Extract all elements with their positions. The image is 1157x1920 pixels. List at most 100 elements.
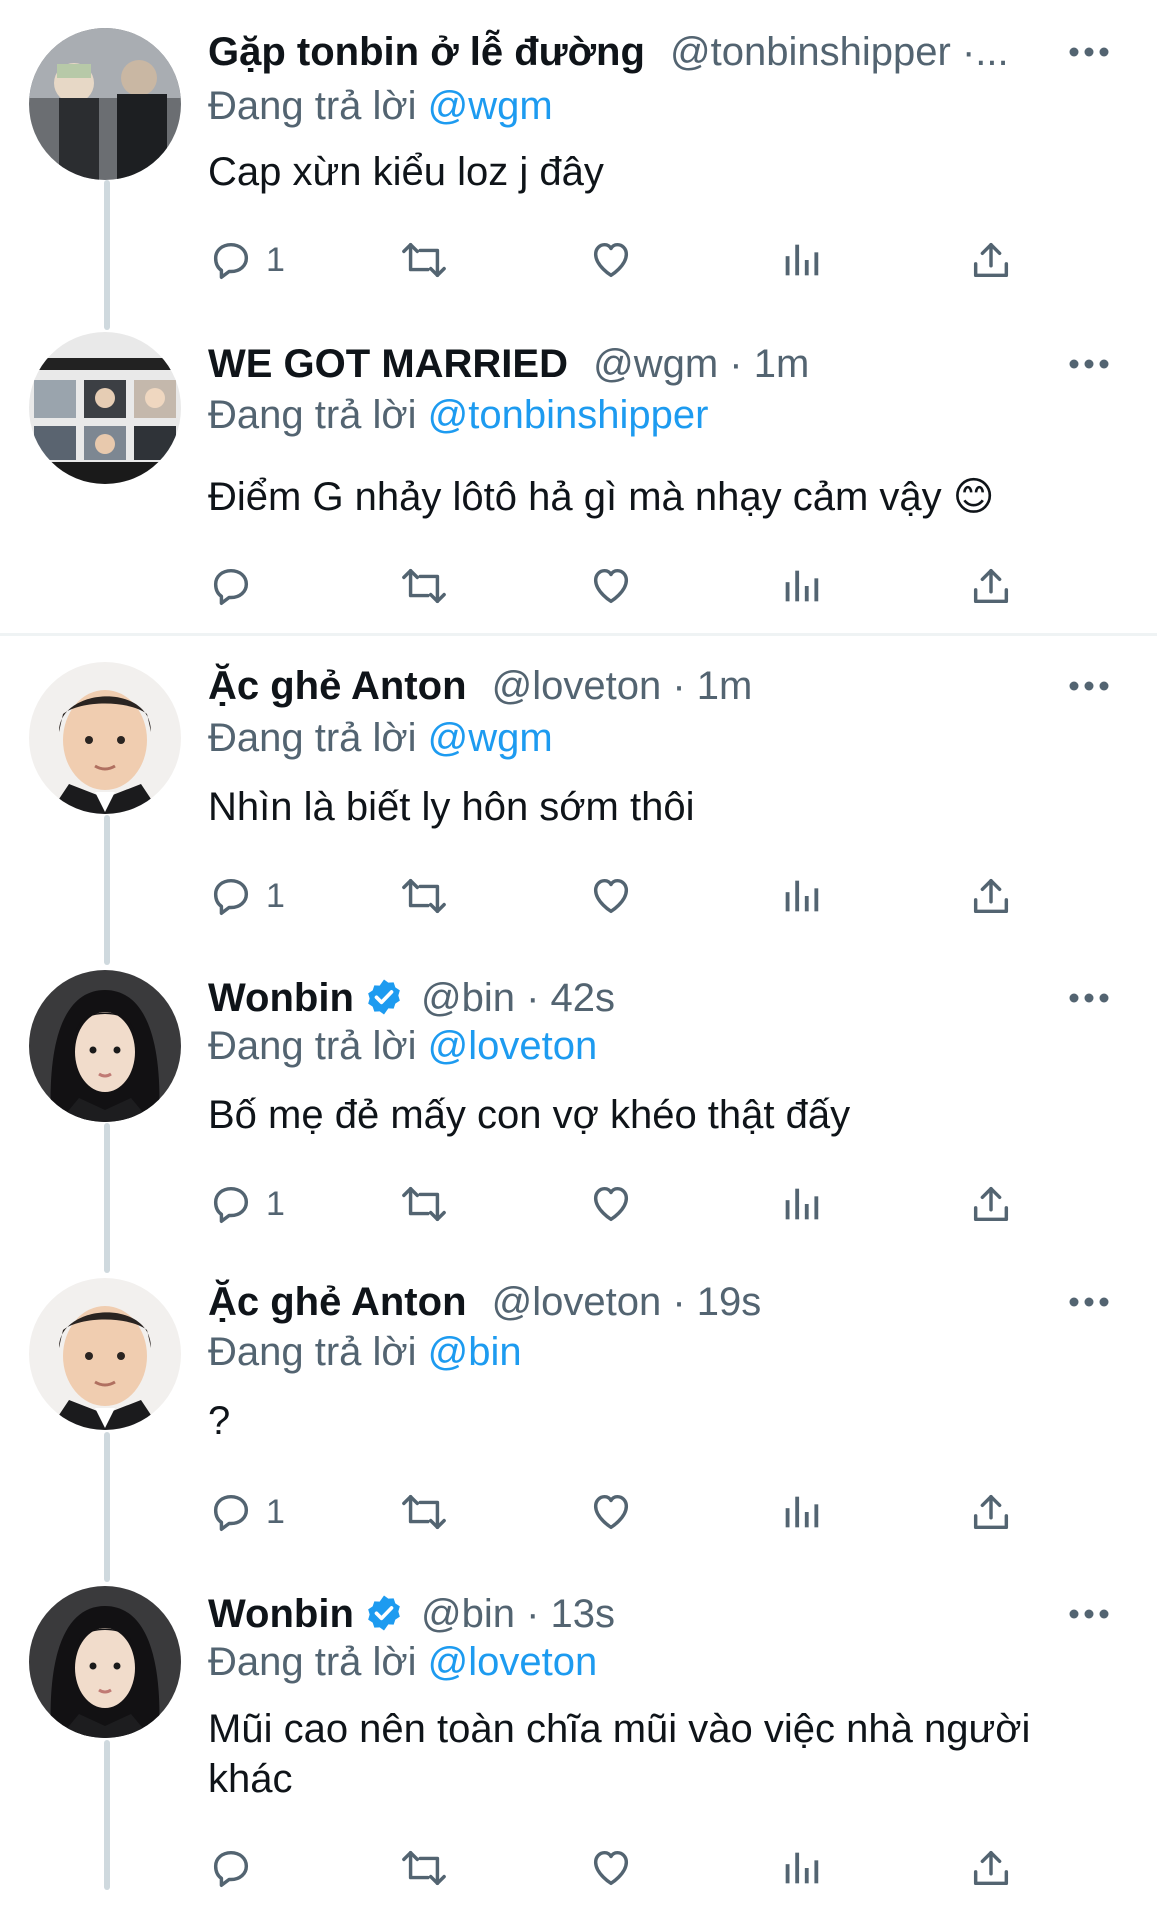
avatar[interactable] [29,662,181,814]
handle-time[interactable]: @tonbinshipper ·... [670,30,1009,74]
display-name[interactable]: WE GOT MARRIED [208,342,568,386]
reply-icon [213,1494,249,1531]
reply-button[interactable]: 1 [208,230,285,290]
analytics-button[interactable] [778,1174,824,1234]
mention-link[interactable]: @tonbinshipper [428,393,709,437]
like-button[interactable] [588,1482,634,1542]
reply-button[interactable]: 1 [208,866,285,926]
reply-prefix: Đang trả lời [208,84,417,128]
reply-prefix: Đang trả lời [208,1640,417,1684]
reply-icon [213,242,249,279]
tweet[interactable]: Gặp tonbin ở lễ đường @tonbinshipper ·..… [0,0,1157,320]
more-icon[interactable] [1061,1274,1117,1330]
avatar[interactable] [29,1586,181,1738]
reply-prefix: Đang trả lời [208,1024,417,1068]
handle-time[interactable]: @loveton · 1m [492,664,753,708]
display-name[interactable]: Wonbin [208,1592,354,1636]
display-name[interactable]: Gặp tonbin ở lễ đường [208,30,645,74]
share-button[interactable] [968,1174,1014,1234]
tweet-header: WE GOT MARRIED @wgm · 1m [208,336,1067,392]
handle-time[interactable]: @bin · 42s [421,976,615,1020]
retweet-button[interactable] [398,866,450,926]
share-button[interactable] [968,1838,1014,1898]
like-button[interactable] [588,1838,634,1898]
more-icon[interactable] [1061,658,1117,714]
reply-icon [213,878,249,915]
handle-time[interactable]: @bin · 13s [421,1592,615,1636]
analytics-button[interactable] [778,1482,824,1542]
analytics-button[interactable] [778,230,824,290]
avatar[interactable] [29,970,181,1122]
share-button[interactable] [968,556,1014,616]
replying-to: Đang trả lời @loveton [208,1020,597,1072]
retweet-button[interactable] [398,556,450,616]
more-icon[interactable] [1061,336,1117,392]
retweet-button[interactable] [398,1482,450,1542]
analytics-button[interactable] [778,1838,824,1898]
reply-button[interactable] [208,1838,266,1898]
reply-icon [213,1186,249,1223]
avatar[interactable] [29,28,181,180]
tweet[interactable]: Ặc ghẻ Anton @loveton · 19s Đang trả lời… [0,1256,1157,1566]
share-button[interactable] [968,230,1014,290]
tweet-text: Bố mẹ đẻ mấy con vợ khéo thật đấy [208,1093,851,1137]
action-bar [208,556,1028,616]
analytics-icon [785,1188,819,1220]
display-name[interactable]: Ặc ghẻ Anton [208,664,467,708]
reply-button[interactable]: 1 [208,1174,285,1234]
tweet-header: Wonbin @bin · 42s [208,970,1067,1026]
analytics-button[interactable] [778,556,824,616]
analytics-button[interactable] [778,866,824,926]
tweet[interactable]: Wonbin @bin · 42s Đang trả lời @loveton … [0,946,1157,1256]
mention-link[interactable]: @loveton [428,1024,598,1068]
replying-to: Đang trả lời @bin [208,1326,522,1378]
replying-to: Đang trả lời @wgm [208,80,553,132]
action-bar [208,1838,1028,1898]
retweet-button[interactable] [398,1838,450,1898]
more-icon[interactable] [1061,1586,1117,1642]
action-bar: 1 [208,230,1028,290]
reply-count: 1 [266,876,285,915]
handle-time[interactable]: @wgm · 1m [593,342,809,386]
reply-prefix: Đang trả lời [208,716,417,760]
reply-prefix: Đang trả lời [208,393,417,437]
reply-prefix: Đang trả lời [208,1330,417,1374]
like-button[interactable] [588,556,634,616]
retweet-icon [402,1850,446,1886]
mention-link[interactable]: @wgm [428,84,553,128]
tweet[interactable]: WE GOT MARRIED @wgm · 1m Đang trả lời @t… [0,320,1157,630]
action-bar: 1 [208,1174,1028,1234]
reply-button[interactable]: 1 [208,1482,285,1542]
tweet[interactable]: Ặc ghẻ Anton @loveton · 1m Đang trả lời … [0,636,1157,946]
reply-count: 1 [266,240,285,279]
mention-link[interactable]: @bin [428,1330,522,1374]
like-button[interactable] [588,230,634,290]
replying-to: Đang trả lời @wgm [208,712,553,764]
share-icon [973,1850,1009,1886]
mention-link[interactable]: @loveton [428,1640,598,1684]
action-bar: 1 [208,866,1028,926]
share-button[interactable] [968,866,1014,926]
more-icon[interactable] [1061,970,1117,1026]
tweet[interactable]: Wonbin @bin · 13s Đang trả lời @loveton … [0,1566,1157,1920]
handle-time[interactable]: @loveton · 19s [492,1280,762,1324]
like-button[interactable] [588,866,634,926]
more-icon[interactable] [1061,24,1117,80]
retweet-icon [402,568,446,604]
reply-count: 1 [266,1184,285,1223]
reply-button[interactable] [208,556,266,616]
share-icon [973,1494,1009,1530]
retweet-icon [402,878,446,914]
tweet-text: Điểm G nhảy lôtô hả gì mà nhạy cảm vậy 😊 [208,475,995,519]
retweet-button[interactable] [398,230,450,290]
avatar[interactable] [29,332,181,484]
mention-link[interactable]: @wgm [428,716,553,760]
heart-icon [593,1186,629,1222]
display-name[interactable]: Ặc ghẻ Anton [208,1280,467,1324]
share-button[interactable] [968,1482,1014,1542]
display-name[interactable]: Wonbin [208,976,354,1020]
like-button[interactable] [588,1174,634,1234]
share-icon [973,878,1009,914]
avatar[interactable] [29,1278,181,1430]
retweet-button[interactable] [398,1174,450,1234]
